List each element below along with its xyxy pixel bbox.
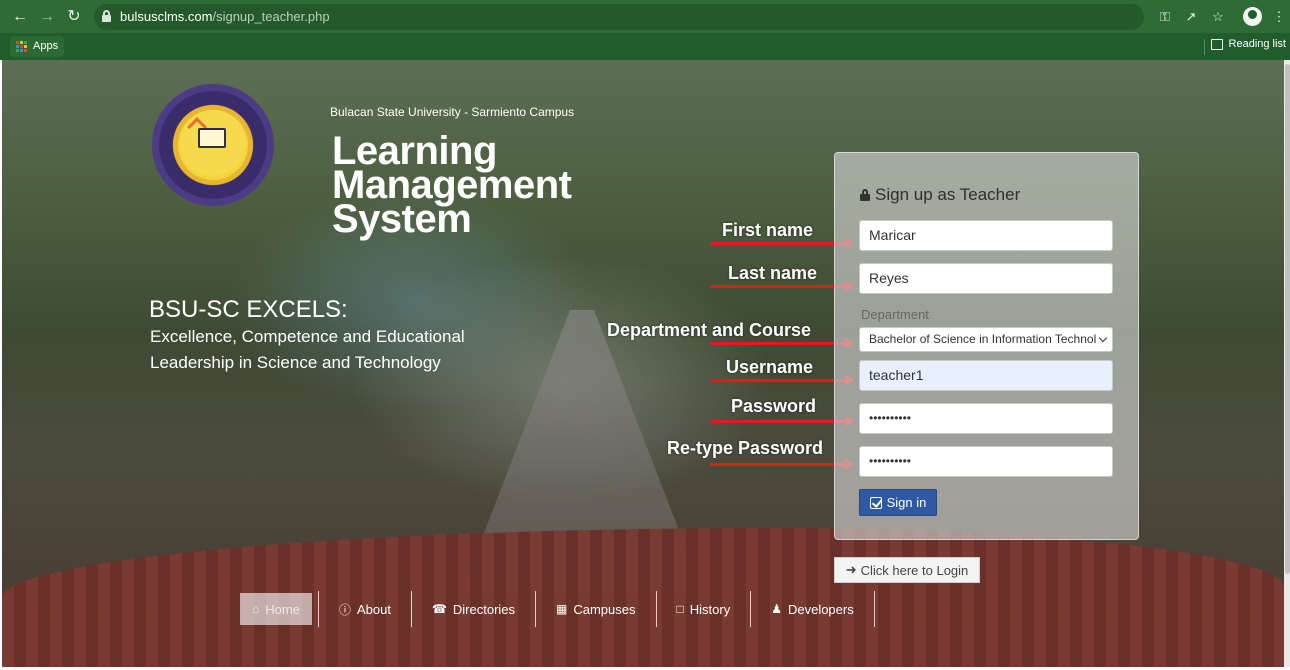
- signup-title: Sign up as Teacher: [860, 185, 1020, 205]
- menu-dots-icon[interactable]: ⋮: [1270, 8, 1288, 26]
- lock-icon[interactable]: [102, 10, 111, 22]
- scrollbar-thumb[interactable]: [1285, 64, 1290, 574]
- back-arrow-icon[interactable]: ←: [9, 6, 31, 28]
- login-link-button[interactable]: ➜ Click here to Login: [834, 557, 980, 583]
- apps-label: Apps: [33, 40, 59, 52]
- retype-password-input[interactable]: ••••••••••: [859, 446, 1113, 477]
- nav-item-directories[interactable]: ☎ Directories: [410, 591, 535, 627]
- lms-title: Learning Management System: [332, 131, 572, 241]
- password-input[interactable]: ••••••••••: [859, 403, 1113, 434]
- key-icon[interactable]: ⚿: [1156, 8, 1174, 26]
- check-square-icon: [869, 496, 882, 509]
- annotation-arrow: [710, 458, 854, 470]
- building-icon: ▦: [556, 602, 568, 616]
- reading-list-icon: [1210, 38, 1223, 50]
- annotation-password: Password: [731, 396, 817, 416]
- annotation-first-name: First name: [722, 220, 814, 240]
- nav-item-campuses[interactable]: ▦ Campuses: [535, 591, 655, 627]
- department-selected-value: Bachelor of Science in Information Techn…: [869, 332, 1097, 346]
- annotation-arrow: [710, 237, 854, 249]
- nav-item-home[interactable]: ⌂ Home: [240, 593, 312, 625]
- nav-label: Campuses: [573, 601, 636, 617]
- nav-item-history[interactable]: □ History: [655, 591, 751, 627]
- campus-name: Bulacan State University - Sarmiento Cam…: [330, 105, 575, 119]
- nav-label: About: [356, 601, 391, 617]
- nav-item-developers[interactable]: ♟ Developers: [750, 591, 875, 627]
- share-icon[interactable]: ↗: [1182, 8, 1200, 26]
- motto-text: Excellence, Competence and Educational L…: [150, 324, 530, 376]
- motto-heading: BSU-SC EXCELS:: [149, 296, 348, 323]
- sign-in-button[interactable]: Sign in: [859, 489, 937, 516]
- bookmarks-bar: Apps Reading list: [0, 33, 1290, 60]
- last-name-input[interactable]: Reyes: [859, 263, 1113, 294]
- annotation-arrow: [710, 374, 854, 386]
- annotation-arrow: [710, 280, 854, 292]
- star-icon[interactable]: ☆: [1209, 8, 1227, 26]
- annotation-last-name: Last name: [728, 263, 818, 283]
- motto-line: Leadership in Science and Technology: [150, 353, 441, 372]
- browser-chrome: ← → ↻ bulsusclms.com/signup_teacher.php …: [0, 0, 1290, 60]
- url-text[interactable]: bulsusclms.com/signup_teacher.php: [120, 9, 330, 24]
- annotation-arrow: [710, 337, 854, 349]
- annotation-username: Username: [726, 357, 814, 377]
- forward-arrow-icon[interactable]: →: [36, 6, 58, 28]
- info-icon: ⓘ: [338, 602, 351, 617]
- nav-label: History: [689, 601, 731, 617]
- university-seal-logo: [152, 84, 274, 206]
- reading-list-label: Reading list: [1228, 38, 1286, 50]
- address-bar-row: ← → ↻ bulsusclms.com/signup_teacher.php …: [0, 0, 1290, 33]
- apps-bookmark[interactable]: Apps: [10, 36, 65, 57]
- page-background: Bulacan State University - Sarmiento Cam…: [2, 60, 1284, 667]
- sign-in-arrow-icon: ➜: [845, 562, 857, 577]
- department-select[interactable]: Bachelor of Science in Information Techn…: [859, 327, 1113, 352]
- signup-title-text: Sign up as Teacher: [875, 185, 1021, 204]
- signup-card: Sign up as Teacher Maricar Reyes Departm…: [834, 152, 1139, 540]
- username-input[interactable]: teacher1: [859, 360, 1113, 391]
- bottom-nav: ⌂ Home ⓘ About ☎ Directories ▦ Campuses …: [234, 591, 875, 627]
- nav-label: Developers: [787, 601, 854, 617]
- annotation-arrow: [710, 415, 854, 427]
- bookmarks-divider: [1204, 39, 1205, 55]
- apps-grid-icon: [16, 41, 27, 52]
- nav-label: Home: [265, 601, 300, 617]
- profile-icon[interactable]: [1243, 7, 1262, 26]
- annotation-retype-password: Re-type Password: [667, 438, 824, 458]
- annotation-department: Department and Course: [607, 320, 812, 340]
- phone-icon: ☎: [431, 602, 447, 616]
- login-link-label: Click here to Login: [860, 562, 969, 578]
- sign-in-label: Sign in: [886, 495, 927, 510]
- reading-list-button[interactable]: Reading list: [1210, 38, 1286, 50]
- chevron-down-icon: [1098, 333, 1108, 343]
- department-label: Department: [861, 307, 929, 322]
- user-icon: ♟: [771, 602, 782, 616]
- lms-title-line: System: [332, 197, 472, 241]
- omnibox[interactable]: bulsusclms.com/signup_teacher.php: [94, 4, 1144, 30]
- nav-label: Directories: [452, 601, 516, 617]
- document-icon: □: [676, 602, 684, 616]
- first-name-input[interactable]: Maricar: [859, 220, 1113, 251]
- reload-icon[interactable]: ↻: [63, 6, 85, 28]
- home-icon: ⌂: [252, 602, 260, 616]
- motto-line: Excellence, Competence and Educational: [150, 327, 465, 346]
- nav-item-about[interactable]: ⓘ About: [317, 591, 411, 627]
- lock-icon: [860, 189, 870, 201]
